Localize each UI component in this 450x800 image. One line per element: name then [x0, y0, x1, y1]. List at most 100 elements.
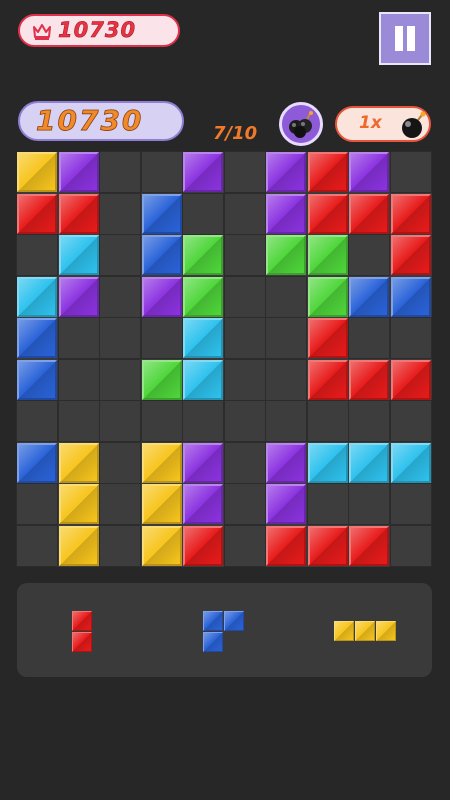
red-block	[308, 194, 348, 234]
green-block	[142, 360, 182, 400]
empty-cell[interactable]	[348, 400, 390, 442]
empty-cell[interactable]	[348, 234, 390, 276]
empty-cell[interactable]	[16, 234, 58, 276]
empty-cell[interactable]	[16, 400, 58, 442]
empty-cell[interactable]	[182, 400, 224, 442]
game-board[interactable]	[16, 151, 432, 567]
empty-cell[interactable]	[99, 234, 141, 276]
empty-cell[interactable]	[390, 151, 432, 193]
yellow-block	[142, 484, 182, 524]
purple-block	[266, 484, 306, 524]
empty-cell[interactable]	[182, 193, 224, 235]
empty-cell[interactable]	[224, 442, 266, 484]
purple-block	[183, 443, 223, 483]
empty-cell[interactable]	[99, 276, 141, 318]
blue-block	[349, 277, 389, 317]
empty-cell[interactable]	[224, 400, 266, 442]
empty-cell[interactable]	[99, 483, 141, 525]
cyan-block	[349, 443, 389, 483]
empty-cell[interactable]	[141, 151, 183, 193]
bomb-icon	[402, 111, 426, 138]
cyan-block	[183, 318, 223, 358]
yellow-block	[17, 152, 57, 192]
green-block	[183, 277, 223, 317]
red-block	[17, 194, 57, 234]
cyan-block	[59, 235, 99, 275]
empty-cell[interactable]	[307, 400, 349, 442]
green-block	[183, 235, 223, 275]
tray-piece-cell	[203, 611, 223, 631]
pause-button[interactable]	[379, 12, 431, 65]
bomb-powerup-button[interactable]	[279, 102, 323, 146]
empty-cell[interactable]	[307, 483, 349, 525]
empty-cell[interactable]	[141, 400, 183, 442]
purple-block	[59, 277, 99, 317]
empty-cell[interactable]	[348, 483, 390, 525]
red-block	[349, 360, 389, 400]
yellow-block	[59, 526, 99, 566]
red-block	[308, 152, 348, 192]
bomb-cluster-icon	[289, 111, 313, 138]
empty-cell[interactable]	[58, 400, 100, 442]
empty-cell[interactable]	[99, 359, 141, 401]
blue-block	[17, 443, 57, 483]
tray-piece-cell	[334, 621, 354, 641]
empty-cell[interactable]	[265, 359, 307, 401]
red-block	[391, 194, 431, 234]
empty-cell[interactable]	[99, 193, 141, 235]
empty-cell[interactable]	[58, 359, 100, 401]
yellow-block	[59, 443, 99, 483]
empty-cell[interactable]	[224, 359, 266, 401]
empty-cell[interactable]	[99, 442, 141, 484]
empty-cell[interactable]	[16, 525, 58, 567]
red-block	[308, 318, 348, 358]
empty-cell[interactable]	[224, 525, 266, 567]
empty-cell[interactable]	[99, 317, 141, 359]
tray-piece-cell	[72, 611, 92, 631]
yellow-block	[142, 443, 182, 483]
empty-cell[interactable]	[348, 317, 390, 359]
purple-block	[266, 194, 306, 234]
empty-cell[interactable]	[224, 234, 266, 276]
bomb-count-text: 1x	[359, 113, 382, 133]
red-block	[183, 526, 223, 566]
best-score-value: 10730	[58, 18, 137, 43]
empty-cell[interactable]	[99, 525, 141, 567]
yellow-block	[59, 484, 99, 524]
green-block	[308, 277, 348, 317]
empty-cell[interactable]	[390, 483, 432, 525]
empty-cell[interactable]	[265, 317, 307, 359]
green-block	[308, 235, 348, 275]
red-block	[349, 194, 389, 234]
crown-icon	[33, 24, 51, 40]
empty-cell[interactable]	[390, 525, 432, 567]
purple-block	[142, 277, 182, 317]
empty-cell[interactable]	[224, 193, 266, 235]
empty-cell[interactable]	[390, 317, 432, 359]
empty-cell[interactable]	[58, 317, 100, 359]
purple-block	[266, 152, 306, 192]
blue-block	[17, 360, 57, 400]
empty-cell[interactable]	[224, 483, 266, 525]
empty-cell[interactable]	[99, 400, 141, 442]
empty-cell[interactable]	[265, 400, 307, 442]
blue-block	[17, 318, 57, 358]
yellow-block	[142, 526, 182, 566]
empty-cell[interactable]	[224, 317, 266, 359]
red-block	[308, 526, 348, 566]
purple-block	[183, 152, 223, 192]
empty-cell[interactable]	[224, 151, 266, 193]
bomb-count-pill[interactable]: 1x	[335, 106, 431, 142]
purple-block	[266, 443, 306, 483]
best-score-pill: 10730	[18, 14, 180, 47]
red-block	[59, 194, 99, 234]
blue-block	[142, 235, 182, 275]
empty-cell[interactable]	[390, 400, 432, 442]
empty-cell[interactable]	[141, 317, 183, 359]
empty-cell[interactable]	[16, 483, 58, 525]
empty-cell[interactable]	[99, 151, 141, 193]
current-score-pill: 10730	[18, 101, 184, 141]
empty-cell[interactable]	[265, 276, 307, 318]
empty-cell[interactable]	[224, 276, 266, 318]
purple-block	[59, 152, 99, 192]
